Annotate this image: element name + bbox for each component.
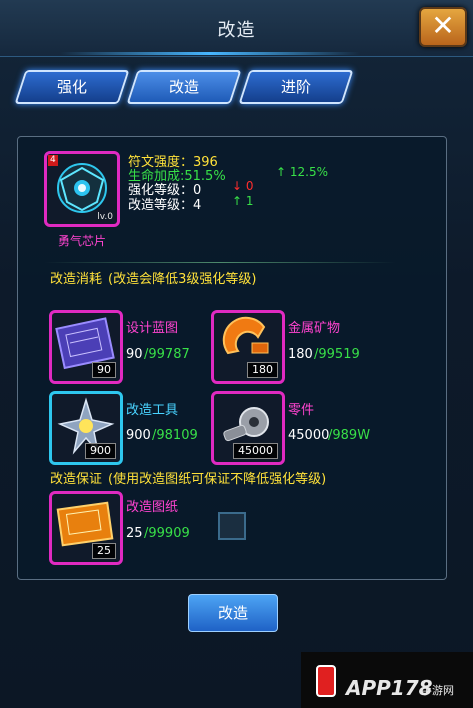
remodel-level: 改造等级：4 bbox=[128, 198, 202, 213]
item-name: 勇气芯片 bbox=[58, 234, 107, 248]
use-scroll-checkbox[interactable] bbox=[218, 512, 246, 540]
material-slot-remodel-tool[interactable]: 900 bbox=[49, 391, 123, 465]
enhance-level-change: ↓ 0 bbox=[232, 179, 254, 193]
material-have: 45000 bbox=[288, 428, 330, 443]
material-name: 改造工具 bbox=[126, 403, 179, 418]
item-star-badge: 4 bbox=[48, 155, 58, 166]
material-slot-metal-ore[interactable]: 180 bbox=[211, 310, 285, 384]
watermark-logo: APP178 手游网 bbox=[301, 652, 473, 708]
material-count: 180 bbox=[247, 362, 278, 378]
section-divider bbox=[44, 262, 396, 263]
guarantee-heading: 改造保证 bbox=[50, 472, 103, 487]
watermark-site: 手游网 bbox=[421, 684, 454, 697]
life-bonus-increase: ↑ 12.5% bbox=[276, 165, 328, 179]
tab-remodel[interactable]: 改造 bbox=[126, 70, 242, 104]
consumption-heading: 改造消耗 bbox=[50, 272, 103, 287]
material-have: 900 bbox=[126, 428, 151, 443]
tab-remodel-label: 改造 bbox=[168, 78, 199, 96]
material-total: /989W bbox=[328, 428, 371, 443]
material-slot-blueprint[interactable]: 90 bbox=[49, 310, 123, 384]
remodel-level-change: ↑ 1 bbox=[232, 194, 254, 208]
title-glow-divider bbox=[60, 52, 360, 55]
material-name: 零件 bbox=[288, 403, 315, 418]
material-slot-parts[interactable]: 45000 bbox=[211, 391, 285, 465]
material-count: 900 bbox=[85, 443, 116, 459]
title-bar: 改造 bbox=[0, 0, 473, 57]
material-name: 改造图纸 bbox=[126, 500, 179, 515]
material-count: 25 bbox=[92, 543, 116, 559]
tab-advance[interactable]: 进阶 bbox=[238, 70, 354, 104]
material-name: 设计蓝图 bbox=[126, 321, 179, 336]
material-name: 金属矿物 bbox=[288, 321, 341, 336]
item-level-label: lv.0 bbox=[97, 212, 113, 222]
item-slot[interactable]: 4 lv.0 bbox=[44, 151, 120, 227]
material-have: 180 bbox=[288, 347, 313, 362]
material-have: 90 bbox=[126, 347, 143, 362]
material-total: /99519 bbox=[314, 347, 360, 362]
phone-logo-icon bbox=[316, 665, 336, 697]
material-slot-remodel-scroll[interactable]: 25 bbox=[49, 491, 123, 565]
watermark-brand: APP178 bbox=[346, 676, 433, 700]
material-count: 90 bbox=[92, 362, 116, 378]
close-button[interactable]: ✕ bbox=[419, 7, 467, 47]
window-title: 改造 bbox=[217, 20, 256, 41]
material-have: 25 bbox=[126, 526, 143, 541]
material-count: 45000 bbox=[233, 443, 278, 459]
material-total: /99787 bbox=[144, 347, 190, 362]
material-total: /98109 bbox=[152, 428, 198, 443]
remodel-window: 改造 ✕ 强化 改造 进阶 4 lv.0 勇气芯片 符文强度：396 生命加成:… bbox=[0, 0, 473, 708]
consumption-note: (改造会降低3级强化等级) bbox=[108, 272, 257, 287]
tab-bar: 强化 改造 进阶 bbox=[0, 66, 473, 106]
guarantee-note: (使用改造图纸可保证不降低强化等级) bbox=[108, 472, 327, 487]
tab-enhance[interactable]: 强化 bbox=[14, 70, 130, 104]
remodel-button[interactable]: 改造 bbox=[188, 594, 278, 632]
tab-enhance-label: 强化 bbox=[56, 78, 87, 96]
tab-advance-label: 进阶 bbox=[280, 78, 311, 96]
material-total: /99909 bbox=[144, 526, 190, 541]
